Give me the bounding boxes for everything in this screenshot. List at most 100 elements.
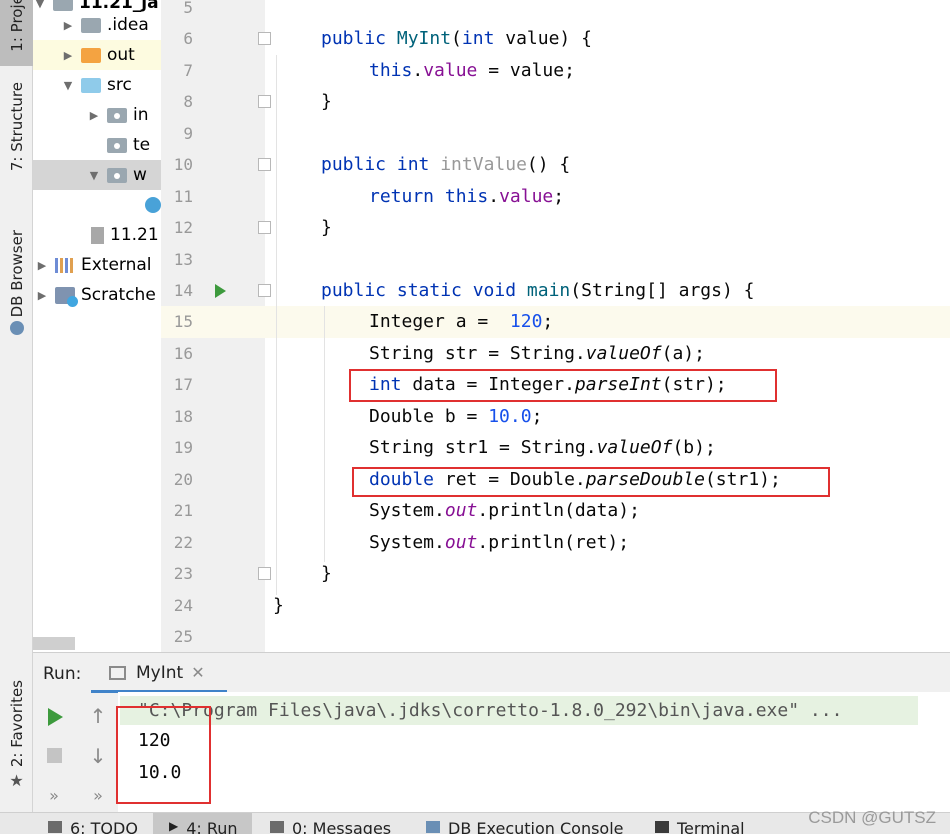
folder-orange-icon [81,47,101,63]
fold-marker-icon[interactable] [258,158,271,171]
console-tab-icon [109,665,126,680]
tool-tab-project-label: 1: Project [7,0,26,52]
run-tab-myint[interactable]: MyInt ✕ [91,655,227,693]
tree-item-src[interactable]: ▼ src [33,70,161,100]
package-icon [107,167,127,183]
tree-item-external-libraries[interactable]: ▶ External [33,250,161,280]
tab-run[interactable]: ▶ 4: Run [153,813,252,834]
tree-item-iml-file[interactable]: 11.21 [33,220,161,250]
line-number: 11 [173,187,193,206]
scratch-icon [55,286,78,307]
tab-terminal[interactable]: Terminal [655,813,745,834]
tab-label: 6: TODO [70,819,138,834]
close-icon[interactable]: ✕ [191,663,204,682]
run-tab-label: MyInt [136,662,184,683]
chevron-down-icon[interactable]: ▼ [61,79,75,92]
more-icon[interactable]: » [88,786,108,805]
library-icon [55,257,75,273]
down-arrow-icon[interactable]: ↓ [88,744,108,768]
file-icon [91,226,104,244]
indent-guide [324,306,325,562]
tree-item-label: out [107,45,135,65]
code-line: public MyInt(int value) { [321,28,592,49]
terminal-icon [655,821,669,833]
tool-tab-db-browser[interactable]: DB Browser [0,230,33,336]
code-line: } [273,595,284,616]
code-line: public int intValue() { [321,154,571,175]
tree-item-package-in[interactable]: ▶ in [33,100,161,130]
folder-icon [81,17,101,33]
chevron-down-icon[interactable]: ▼ [33,0,47,10]
source-folder-icon [81,77,101,93]
chevron-right-icon[interactable]: ▶ [35,259,49,272]
tree-item-class[interactable] [33,190,161,220]
database-icon [426,821,440,833]
fold-marker-icon[interactable] [258,95,271,108]
run-panel-label: Run: [43,664,82,684]
run-gutter-icon[interactable] [215,284,226,298]
play-icon: ▶ [169,819,179,833]
line-number: 7 [183,61,193,80]
tree-item-idea[interactable]: ▶ .idea [33,10,161,40]
tree-item-package-te[interactable]: te [33,130,161,160]
up-arrow-icon[interactable]: ↑ [88,704,108,728]
tree-item-package-w[interactable]: ▼ w [33,160,161,190]
tree-item-out[interactable]: ▶ out [33,40,161,70]
class-icon [145,197,161,213]
package-icon [107,137,127,153]
code-line: Integer a = 120; [369,311,554,332]
tool-tab-project[interactable]: 1: Project [0,0,33,66]
line-number: 22 [173,533,193,552]
code-line: this.value = value; [369,60,575,81]
chevron-right-icon[interactable]: ▶ [35,289,49,302]
fold-marker-icon[interactable] [258,284,271,297]
chevron-down-icon[interactable]: ▼ [87,169,101,182]
tab-db-execution-console[interactable]: DB Execution Console [426,813,624,834]
code-line: System.out.println(data); [369,500,640,521]
code-line: } [321,91,332,112]
code-line: System.out.println(ret); [369,532,630,553]
line-number: 13 [173,250,193,269]
fold-marker-icon[interactable] [258,567,271,580]
watermark: CSDN @GUTSZ [808,808,936,827]
list-icon [48,821,62,833]
tool-tab-db-browser-label: DB Browser [7,230,26,318]
tree-horizontal-scrollbar[interactable] [33,637,75,650]
tree-item-scratches[interactable]: ▶ Scratche [33,280,161,310]
tree-item-label: in [133,105,149,125]
chevron-right-icon[interactable]: ▶ [61,49,75,62]
tree-item-label: Scratche [81,285,156,305]
messages-icon [270,821,284,833]
annotation-box [352,467,830,497]
code-line: String str1 = String.valueOf(b); [369,437,716,458]
line-number: 10 [173,155,193,174]
tool-tab-favorites[interactable]: 2: Favorites ★ [0,680,33,790]
stop-button[interactable] [47,748,62,763]
tree-item-label: te [133,135,151,155]
db-browser-icon [9,321,24,336]
chevron-right-icon[interactable]: ▶ [87,109,101,122]
annotation-box [116,706,211,804]
annotation-box [349,369,777,402]
console-command-line: "C:\Program Files\java\.jdks\corretto-1.… [120,696,918,725]
tab-messages[interactable]: 0: Messages [270,813,391,834]
left-tool-strip: 1: Project 7: Structure DB Browser 2: Fa… [0,0,33,812]
tree-item-label: w [133,165,147,185]
line-number: 12 [173,218,193,237]
code-line: return this.value; [369,186,565,207]
chevron-right-icon[interactable]: ▶ [61,19,75,32]
fold-marker-icon[interactable] [258,32,271,45]
tree-item-label: 11.21 [110,225,159,245]
line-number: 6 [183,29,193,48]
code-line: } [321,217,332,238]
tool-tab-structure[interactable]: 7: Structure [0,82,33,171]
expand-icon[interactable]: » [44,786,64,805]
line-number: 18 [173,407,193,426]
tab-todo[interactable]: 6: TODO [48,813,138,834]
rerun-button[interactable] [48,708,63,726]
fold-marker-icon[interactable] [258,221,271,234]
tree-item-label: External [81,255,152,275]
line-number: 8 [183,92,193,111]
line-number: 17 [173,375,193,394]
indent-guide [276,55,277,595]
